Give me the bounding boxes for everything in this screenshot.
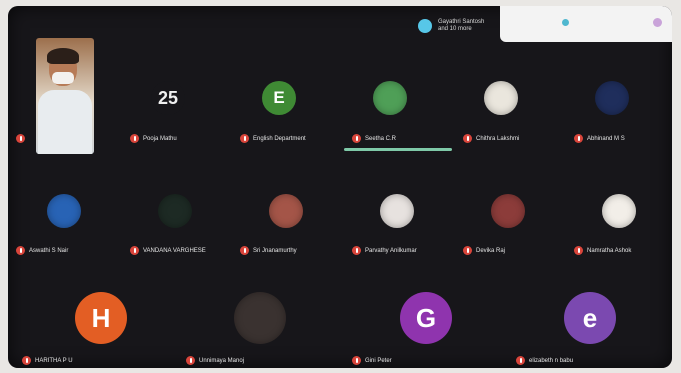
active-speaker-indicator: [344, 148, 452, 151]
muted-mic-icon: [16, 246, 25, 255]
participant-name: Devika Raj: [476, 247, 506, 254]
participant-name: Seetha C.R: [365, 135, 397, 142]
participant-name: Sri Jnanamurthy: [253, 247, 297, 254]
participant-name: Aswathi S Nair: [29, 247, 69, 254]
muted-mic-icon: [352, 246, 361, 255]
muted-mic-icon: [22, 356, 31, 365]
participants-chip-text: Gayathri Santosh and 10 more: [438, 19, 485, 32]
muted-mic-icon: [463, 246, 472, 255]
participant-name: Abhinand M S: [587, 135, 625, 142]
participant-avatar: [234, 292, 286, 344]
participant-nameplate: Seetha C.R: [352, 134, 396, 143]
participant-avatar: [380, 194, 414, 228]
participant-nameplate: Unnimaya Manoj: [186, 356, 244, 365]
participant-nameplate: VANDANA VARGHESE: [130, 246, 206, 255]
participant-avatar: [158, 194, 192, 228]
participant-nameplate: Chithra Lakshmi: [463, 134, 519, 143]
participant-name: HARITHA P U: [35, 357, 73, 364]
participants-chip[interactable]: Gayathri Santosh and 10 more: [418, 14, 508, 38]
muted-mic-icon: [352, 356, 361, 365]
participant-nameplate: Parvathy Anilkumar: [352, 246, 417, 255]
participant-nameplate: elizabeth n babu: [516, 356, 573, 365]
muted-mic-icon: [574, 246, 583, 255]
participant-name: Parvathy Anilkumar: [365, 247, 417, 254]
muted-mic-icon: [240, 134, 249, 143]
participant-nameplate: Devika Raj: [463, 246, 505, 255]
participant-nameplate: HARITHA P U: [22, 356, 73, 365]
participant-video: [36, 38, 94, 154]
participant-name: elizabeth n babu: [529, 357, 574, 364]
muted-mic-icon: [186, 356, 195, 365]
participant-avatar: e: [564, 292, 616, 344]
muted-mic-icon: [574, 134, 583, 143]
muted-mic-icon: [130, 134, 139, 143]
participant-name: Pooja Mathu: [143, 135, 177, 142]
top-controls-panel: [500, 6, 672, 42]
participant-name: Namratha Ashok: [587, 247, 632, 254]
participant-name: English Department: [253, 135, 306, 142]
participant-nameplate: Aswathi S Nair: [16, 246, 68, 255]
profile-icon[interactable]: [653, 18, 662, 27]
participant-avatar: [373, 81, 407, 115]
participant-avatar: E: [262, 81, 296, 115]
participant-avatar: [47, 194, 81, 228]
participant-avatar: [595, 81, 629, 115]
participant-avatar: [484, 81, 518, 115]
participant-avatar: [602, 194, 636, 228]
muted-mic-icon: [130, 246, 139, 255]
muted-mic-icon: [240, 246, 249, 255]
participant-nameplate: [16, 134, 29, 143]
participant-avatar: 25: [151, 81, 185, 115]
muted-mic-icon: [352, 134, 361, 143]
muted-mic-icon: [516, 356, 525, 365]
participant-name: Gini Peter: [365, 357, 392, 364]
muted-mic-icon: [16, 134, 25, 143]
participant-avatar: [491, 194, 525, 228]
participant-nameplate: Sri Jnanamurthy: [240, 246, 297, 255]
participant-avatar: G: [400, 292, 452, 344]
participant-avatar: H: [75, 292, 127, 344]
status-icon: [562, 19, 569, 26]
participant-nameplate: Gini Peter: [352, 356, 392, 365]
meeting-screen: Gayathri Santosh and 10 more 25 Pooja Mat…: [8, 6, 672, 368]
participant-name: Chithra Lakshmi: [476, 135, 520, 142]
participant-nameplate: English Department: [240, 134, 306, 143]
participant-nameplate: Pooja Mathu: [130, 134, 177, 143]
participant-nameplate: Namratha Ashok: [574, 246, 631, 255]
participant-name: Unnimaya Manoj: [199, 357, 245, 364]
muted-mic-icon: [463, 134, 472, 143]
participant-avatar: [269, 194, 303, 228]
participant-name: VANDANA VARGHESE: [143, 247, 206, 254]
participant-avatar-icon: [418, 19, 432, 33]
participant-nameplate: Abhinand M S: [574, 134, 625, 143]
